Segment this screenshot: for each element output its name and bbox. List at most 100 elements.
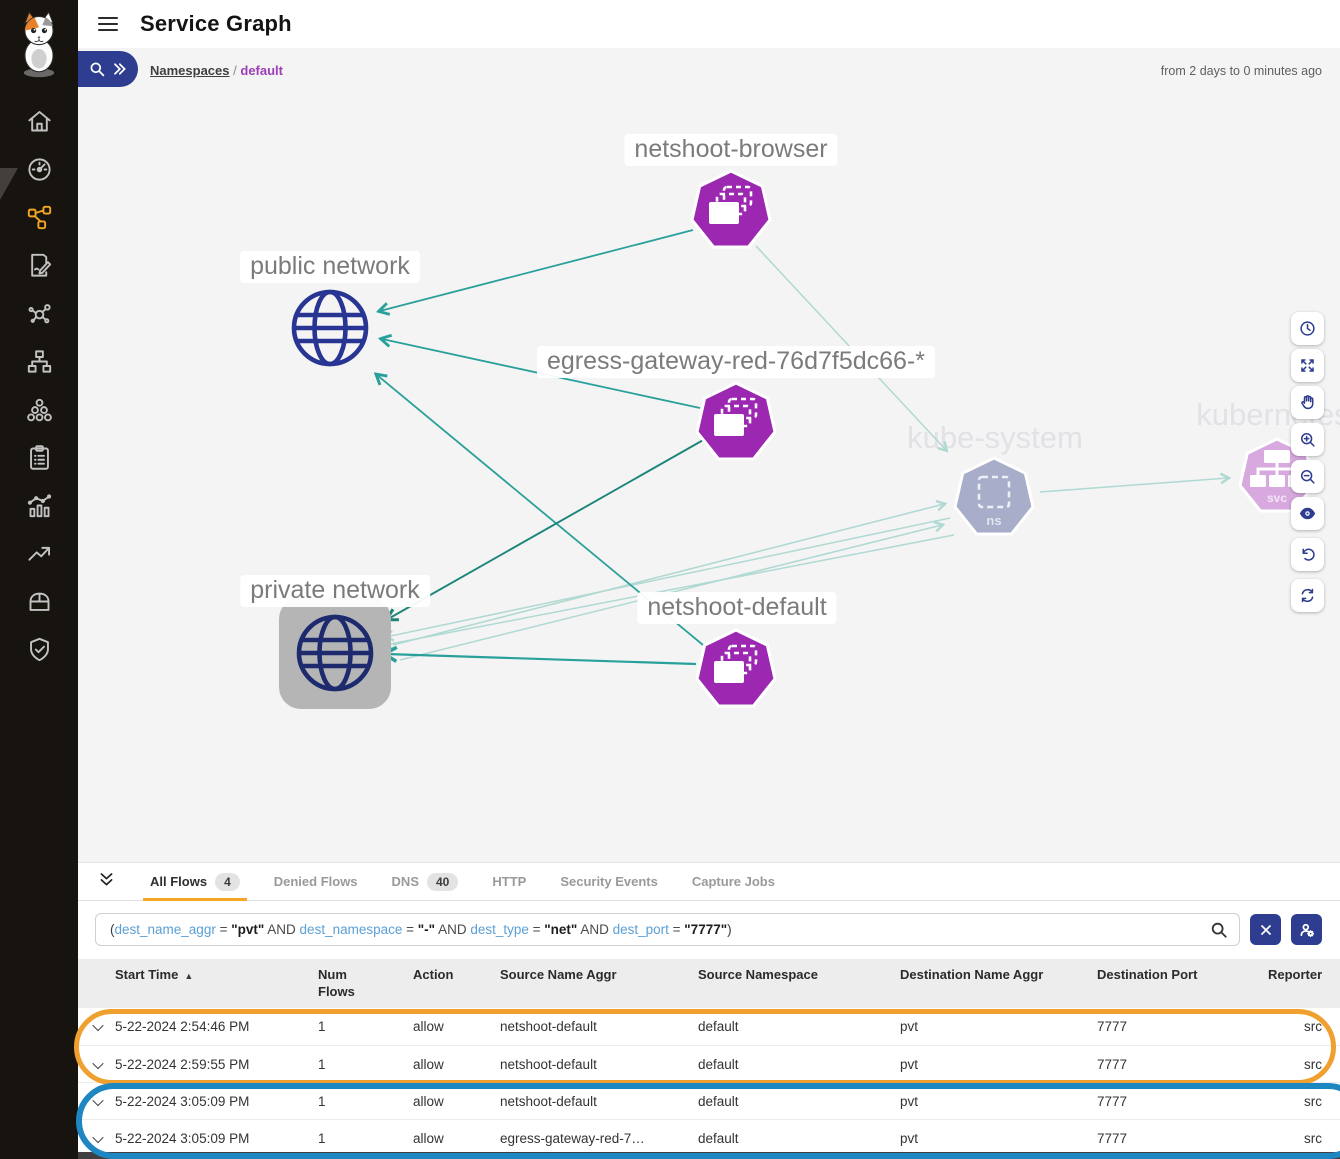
node-private-network[interactable] bbox=[279, 597, 391, 709]
node-netshoot-default[interactable] bbox=[697, 630, 775, 706]
column-header-destination-port[interactable]: Destination Port bbox=[1097, 967, 1268, 982]
filter-query-input[interactable]: (dest_name_aggr = "pvt" AND dest_namespa… bbox=[95, 913, 1240, 946]
double-chevron-down-icon bbox=[98, 871, 115, 888]
column-header-source-namespace[interactable]: Source Namespace bbox=[698, 967, 900, 982]
tab-denied-flows[interactable]: Denied Flows bbox=[257, 863, 375, 900]
node-label-private-network: private network bbox=[240, 575, 430, 607]
service-graph-canvas[interactable]: Namespaces / default from 2 days to 0 mi… bbox=[78, 48, 1340, 862]
search-icon[interactable] bbox=[1210, 921, 1228, 939]
cell-num-flows: 1 bbox=[318, 1019, 413, 1034]
cell-dest-name-aggr: pvt bbox=[900, 1057, 1097, 1072]
undo-button[interactable] bbox=[1291, 538, 1324, 571]
collapse-panel-button[interactable] bbox=[98, 871, 115, 893]
time-button[interactable] bbox=[1291, 312, 1324, 345]
row-expand-chevron-icon[interactable] bbox=[92, 1131, 103, 1142]
flow-table-row[interactable]: 5-22-2024 3:05:09 PM1allownetshoot-defau… bbox=[78, 1082, 1340, 1119]
sidebar-item-endpoints[interactable] bbox=[0, 337, 78, 385]
column-header-action[interactable]: Action bbox=[413, 967, 500, 982]
graph-search-pill[interactable] bbox=[78, 51, 138, 87]
sidebar-item-home[interactable] bbox=[0, 97, 78, 145]
sidebar-item-network[interactable] bbox=[0, 289, 78, 337]
row-expand-chevron-icon[interactable] bbox=[92, 1057, 103, 1068]
hamburger-menu-icon[interactable] bbox=[98, 17, 118, 32]
breadcrumb-namespaces-link[interactable]: Namespaces bbox=[150, 63, 230, 78]
cell-num-flows: 1 bbox=[318, 1094, 413, 1109]
query-token: = bbox=[669, 922, 684, 937]
tab-badge: 4 bbox=[215, 873, 240, 891]
endpoints-tree-icon bbox=[26, 348, 53, 375]
column-header-start-time[interactable]: Start Time▲ bbox=[115, 967, 318, 982]
cell-source-name-aggr: netshoot-default bbox=[500, 1094, 698, 1109]
cell-source-namespace: default bbox=[698, 1019, 900, 1034]
node-kube-system[interactable]: ns bbox=[955, 458, 1033, 534]
flows-table-body: 5-22-2024 2:54:46 PM1allownetshoot-defau… bbox=[78, 1008, 1340, 1156]
edge-kube-system-to-kubernetes[interactable] bbox=[1040, 478, 1228, 492]
user-settings-button[interactable] bbox=[1291, 914, 1322, 945]
refresh-icon bbox=[1299, 587, 1316, 604]
query-token: ) bbox=[727, 922, 732, 937]
trends-arrow-icon bbox=[26, 540, 53, 567]
archive-box-icon bbox=[26, 588, 53, 615]
column-header-destination-name-aggr[interactable]: Destination Name Aggr bbox=[900, 967, 1097, 982]
column-header-source-name-aggr[interactable]: Source Name Aggr bbox=[500, 967, 698, 982]
cell-dest-port: 7777 bbox=[1097, 1131, 1268, 1146]
sidebar-item-security[interactable] bbox=[0, 625, 78, 673]
cell-action: allow bbox=[413, 1057, 500, 1072]
calico-cat-logo bbox=[13, 10, 65, 79]
sidebar-item-metrics[interactable] bbox=[0, 481, 78, 529]
cell-dest-port: 7777 bbox=[1097, 1094, 1268, 1109]
tab-all-flows[interactable]: All Flows 4 bbox=[133, 863, 257, 900]
tab-security-events[interactable]: Security Events bbox=[543, 863, 675, 900]
node-label-public-network: public network bbox=[240, 251, 420, 283]
tab-http[interactable]: HTTP bbox=[475, 863, 543, 900]
node-public-network[interactable] bbox=[294, 292, 366, 364]
flows-panel: All Flows 4 Denied Flows DNS 40 HTTP Sec… bbox=[78, 862, 1340, 1159]
cell-start-time: 5-22-2024 2:54:46 PM bbox=[115, 1019, 318, 1034]
zoom-in-button[interactable] bbox=[1291, 423, 1324, 456]
query-token: "pvt" bbox=[231, 922, 264, 937]
query-token: AND bbox=[577, 922, 612, 937]
node-label-egress-gateway: egress-gateway-red-76d7f5dc66-* bbox=[537, 346, 935, 378]
sidebar-item-policies[interactable] bbox=[0, 241, 78, 289]
visibility-button[interactable] bbox=[1291, 497, 1324, 530]
node-egress-gateway[interactable] bbox=[697, 383, 775, 459]
pan-hand-icon bbox=[1299, 394, 1316, 411]
flow-table-row[interactable]: 5-22-2024 2:54:46 PM1allownetshoot-defau… bbox=[78, 1008, 1340, 1045]
cell-source-namespace: default bbox=[698, 1131, 900, 1146]
node-netshoot-browser[interactable] bbox=[692, 171, 770, 247]
compliance-clipboard-icon bbox=[26, 444, 53, 471]
column-header-reporter[interactable]: Reporter bbox=[1268, 967, 1322, 982]
pan-button[interactable] bbox=[1291, 386, 1324, 419]
zoom-in-icon bbox=[1299, 431, 1316, 448]
zoom-out-button[interactable] bbox=[1291, 460, 1324, 493]
edge-kube-system-to-private-network-2[interactable] bbox=[385, 535, 954, 645]
flows-tabs: All Flows 4 Denied Flows DNS 40 HTTP Sec… bbox=[78, 863, 1340, 901]
flow-table-row[interactable]: 5-22-2024 3:05:09 PM1allowegress-gateway… bbox=[78, 1119, 1340, 1156]
row-expand-chevron-icon[interactable] bbox=[92, 1020, 103, 1031]
refresh-button[interactable] bbox=[1291, 579, 1324, 612]
sidebar-item-service-graph[interactable] bbox=[0, 193, 78, 241]
query-token: AND bbox=[435, 922, 470, 937]
clear-filter-button[interactable] bbox=[1250, 914, 1281, 945]
fit-screen-button[interactable] bbox=[1291, 349, 1324, 382]
column-header-num-flows[interactable]: Num Flows bbox=[318, 967, 413, 1001]
edge-netshoot-browser-to-public-network[interactable] bbox=[380, 230, 693, 311]
breadcrumb-separator: / bbox=[233, 63, 237, 78]
node-label-netshoot-default: netshoot-default bbox=[637, 592, 836, 624]
breadcrumb: Namespaces / default bbox=[150, 63, 283, 78]
tab-badge: 40 bbox=[427, 873, 458, 891]
active-item-notch bbox=[0, 168, 18, 200]
edge-netshoot-default-to-private-network[interactable] bbox=[386, 654, 696, 664]
tab-capture-jobs[interactable]: Capture Jobs bbox=[675, 863, 792, 900]
sidebar-item-trends[interactable] bbox=[0, 529, 78, 577]
namespace-badge: ns bbox=[986, 513, 1001, 528]
sidebar-item-archive[interactable] bbox=[0, 577, 78, 625]
row-expand-chevron-icon[interactable] bbox=[92, 1094, 103, 1105]
flow-table-row[interactable]: 5-22-2024 2:59:55 PM1allownetshoot-defau… bbox=[78, 1045, 1340, 1082]
tab-dns[interactable]: DNS 40 bbox=[375, 863, 476, 900]
sidebar-item-compliance[interactable] bbox=[0, 433, 78, 481]
tab-label: HTTP bbox=[492, 874, 526, 889]
cell-reporter: src bbox=[1268, 1131, 1322, 1146]
sort-ascending-icon: ▲ bbox=[184, 971, 193, 981]
sidebar-item-clusters[interactable] bbox=[0, 385, 78, 433]
